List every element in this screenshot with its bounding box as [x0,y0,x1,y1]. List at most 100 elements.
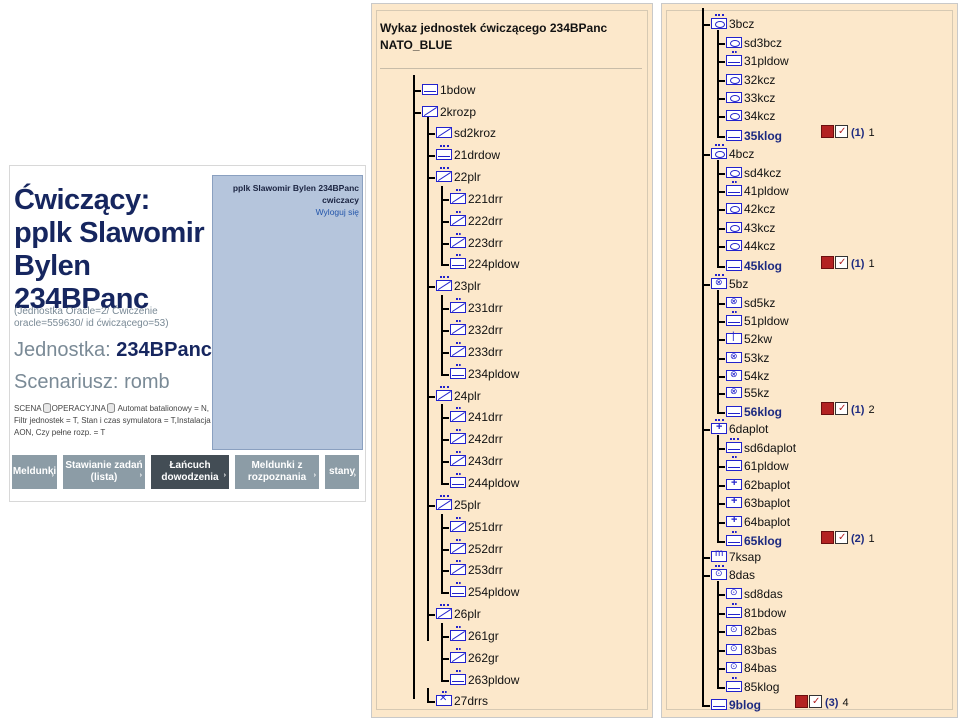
tree-node[interactable]: 41pldow [717,178,789,200]
tree-node[interactable]: 44kcz [717,233,775,255]
tree-node[interactable]: 221drr [441,186,503,208]
tree-node[interactable]: 63baplot [717,490,790,512]
tree-node[interactable]: 22plr [427,164,481,186]
tree-node[interactable]: 85klog [717,674,779,696]
briefcase-icon[interactable] [821,256,834,269]
tree-node[interactable]: 34kcz [717,103,775,125]
tree-node[interactable]: 81bdow [717,600,786,622]
node-label: 233drr [468,345,503,359]
tree-node[interactable]: 42kcz [717,196,775,218]
tree-node[interactable]: 53kz [717,345,769,367]
checklist-icon[interactable] [809,693,822,711]
node-label: 22plr [454,170,481,184]
task-count[interactable]: (1) [851,404,864,416]
tree-node[interactable]: 84bas [717,655,777,677]
tree-node[interactable]: sd8das [717,581,783,603]
tree-node[interactable]: 263pldow [441,667,519,689]
checklist-icon[interactable] [835,400,848,418]
checklist-icon[interactable] [835,123,848,141]
tree-node[interactable]: sd3bcz [717,30,782,52]
tree-node[interactable]: 33kcz [717,85,775,107]
reports-button[interactable]: Meldunki › [12,455,57,489]
tree-node[interactable]: 234pldow [441,361,519,383]
tree-node[interactable]: 242drr [441,426,503,448]
tree-node[interactable]: 64baplot [717,509,790,531]
tree-node[interactable]: sd2kroz [427,120,496,142]
tree-node[interactable]: 31pldow [717,48,789,70]
tree-node[interactable]: 43kcz [717,215,775,237]
tree-node[interactable]: 52kw [717,326,772,348]
unit-symbol-icon [450,582,466,597]
task-count[interactable]: (1) [851,258,864,270]
tree-node[interactable]: 45klog [717,253,782,275]
node-label: 251drr [468,520,503,534]
unit-symbol-icon [711,144,727,159]
tree-node[interactable]: 252drr [441,536,503,558]
tree-node[interactable]: 55kz [717,380,769,402]
node-label: 5bz [729,277,749,291]
tree-node[interactable]: 7ksap [702,544,761,566]
tree-node[interactable]: 262gr [441,645,499,667]
unit-symbol-icon [450,451,466,466]
briefcase-icon[interactable] [821,402,834,415]
tree-node[interactable]: 251drr [441,514,503,536]
tree-node[interactable]: 56klog [717,399,782,421]
tree-node[interactable]: 82bas [717,618,777,640]
tree-node[interactable]: 243drr [441,448,503,470]
database-icon[interactable] [106,403,115,413]
tree-node[interactable]: 32kcz [717,67,775,89]
tree-node[interactable]: sd4kcz [717,160,781,182]
tree-node[interactable]: 35klog [717,123,782,145]
tree-node[interactable]: 233drr [441,339,503,361]
tree-node[interactable]: 261gr [441,623,499,645]
node-actions: (1) 2 [821,400,875,419]
tree-node[interactable]: 6daplot [702,416,768,438]
tree-node[interactable]: 51pldow [717,308,789,330]
unit-tree-panel-continued: 3bcz sd3bcz 31pldow 32kcz 33kcz 34kcz 35… [661,3,958,718]
states-button[interactable]: stany › [325,455,359,489]
unit-symbol-icon [450,320,466,335]
tree-node[interactable]: 62baplot [717,472,790,494]
checklist-icon[interactable] [835,529,848,547]
task-list-button[interactable]: Stawianie zadań (lista) › [63,455,145,489]
database-icon[interactable] [42,403,51,413]
tree-node[interactable]: 223drr [441,230,503,252]
tree-node[interactable]: 21drdow [427,142,500,164]
unit-symbol-icon [436,167,452,182]
task-count[interactable]: (3) [825,697,838,709]
tree-node[interactable]: 222drr [441,208,503,230]
tree-node[interactable]: 61pldow [717,453,789,475]
tree-node[interactable]: 24plr [427,383,481,405]
task-count[interactable]: (2) [851,533,864,545]
tree-node[interactable]: 54kz [717,363,769,385]
tree-node[interactable]: 27drrs [427,688,488,710]
node-label: 221drr [468,192,503,206]
checklist-icon[interactable] [835,254,848,272]
tree-node[interactable]: 244pldow [441,470,519,492]
task-count[interactable]: (1) [851,127,864,139]
tree-node[interactable]: 25plr [427,492,481,514]
tree-node[interactable]: sd6daplot [717,435,796,457]
tree-node[interactable]: 83bas [717,637,777,659]
tree-node[interactable]: 232drr [441,317,503,339]
tree-node[interactable]: sd5kz [717,290,775,312]
briefcase-icon[interactable] [821,531,834,544]
unit-symbol-icon [726,222,742,233]
tree-node[interactable]: 2krozp [413,99,476,121]
tree-node[interactable]: 1bdow [413,77,475,99]
unit-symbol-icon [726,456,742,471]
briefcase-icon[interactable] [821,125,834,138]
command-chain-button[interactable]: Łańcuch dowodzenia › [151,455,229,489]
logout-link[interactable]: Wyloguj się [213,206,359,218]
tree-node[interactable]: 254pldow [441,579,519,601]
tree-node[interactable]: 224pldow [441,251,519,273]
tree-node[interactable]: 231drr [441,295,503,317]
tree-node[interactable]: 241drr [441,404,503,426]
tree-node[interactable]: 253drr [441,557,503,579]
tree-node[interactable]: 26plr [427,601,481,623]
recon-reports-button[interactable]: Meldunki z rozpoznania › [235,455,319,489]
briefcase-icon[interactable] [795,695,808,708]
tree-node[interactable]: 23plr [427,273,481,295]
node-label: 51pldow [744,314,789,328]
tree-node[interactable]: 9blog [702,692,761,714]
